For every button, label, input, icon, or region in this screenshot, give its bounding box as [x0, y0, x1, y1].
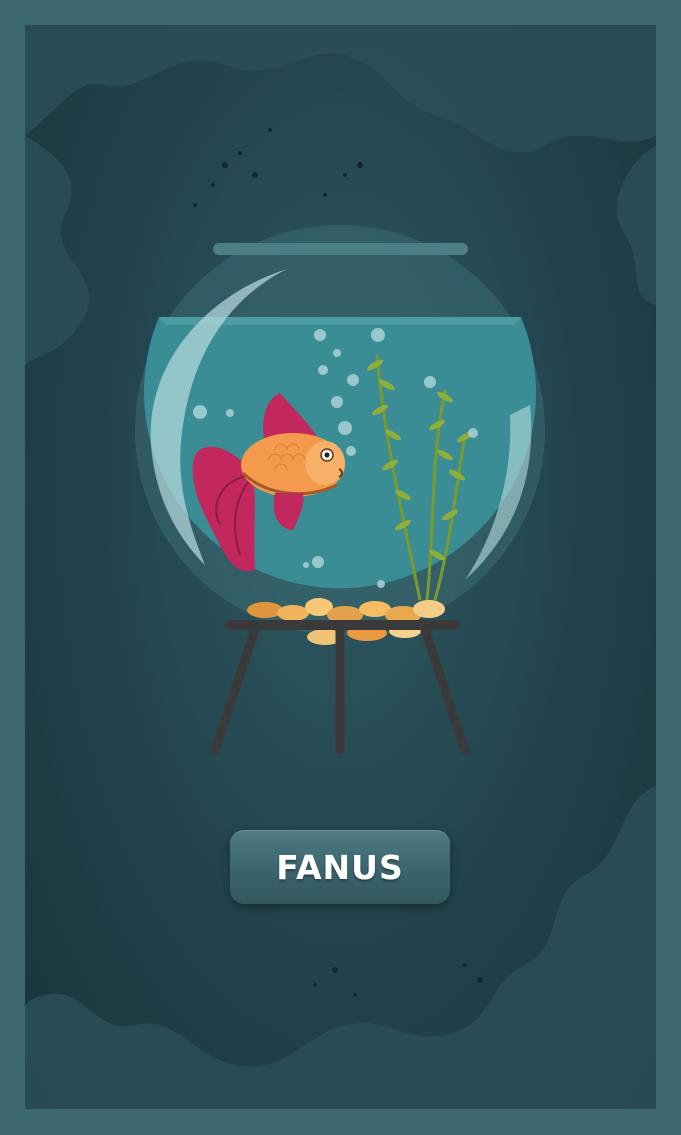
fanus-button-label: FANUS [276, 847, 404, 887]
screen-frame: FANUS [25, 25, 656, 1109]
fanus-button[interactable]: FANUS [230, 830, 450, 904]
aquarium-scene [25, 25, 656, 1109]
stand-icon [210, 620, 470, 755]
